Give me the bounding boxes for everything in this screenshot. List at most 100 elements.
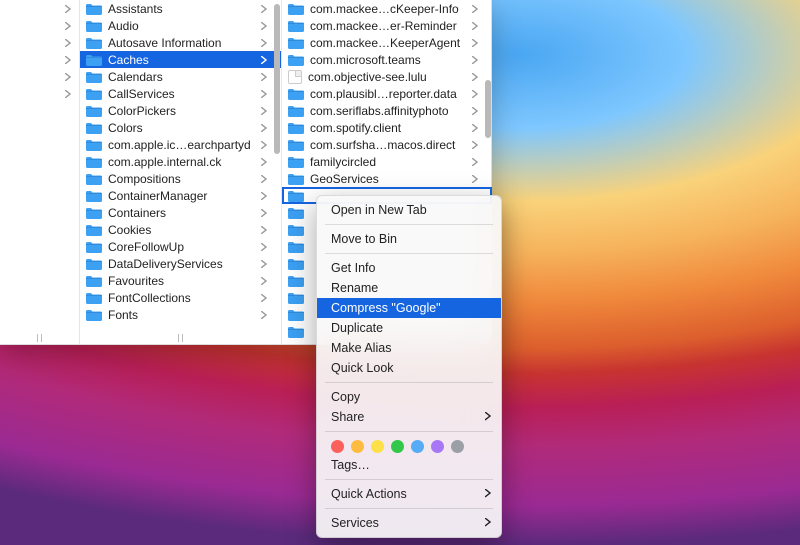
- menu-item[interactable]: Quick Look: [317, 358, 501, 378]
- folder-icon: [288, 275, 304, 287]
- folder-icon: [86, 54, 102, 66]
- menu-item-label: Copy: [331, 390, 360, 404]
- list-item[interactable]: GeoServices: [282, 170, 492, 187]
- scrollbar-thumb[interactable]: [485, 80, 491, 138]
- list-item[interactable]: Containers: [80, 204, 281, 221]
- chevron-right-icon: [259, 85, 269, 102]
- menu-item-label: Open in New Tab: [331, 203, 427, 217]
- list-item[interactable]: com.objective-see.lulu: [282, 68, 492, 85]
- list-item[interactable]: ContainerManager: [80, 187, 281, 204]
- finder-column-1: AssistantsAudio Autosave InformationCache…: [80, 0, 282, 344]
- tag-circle[interactable]: [331, 440, 344, 453]
- folder-icon: [86, 122, 102, 134]
- menu-item[interactable]: Compress "Google": [317, 298, 501, 318]
- menu-item[interactable]: Open in New Tab: [317, 200, 501, 220]
- menu-item[interactable]: Share: [317, 407, 501, 427]
- menu-item[interactable]: Duplicate: [317, 318, 501, 338]
- column-resize-handle[interactable]: [0, 334, 79, 342]
- tag-circle[interactable]: [391, 440, 404, 453]
- list-item-label: com.objective-see.lulu: [308, 70, 470, 84]
- tag-circle[interactable]: [351, 440, 364, 453]
- list-item[interactable]: Calendars: [80, 68, 281, 85]
- chevron-right-icon: [259, 136, 269, 153]
- chevron-right-icon: [259, 306, 269, 323]
- list-item[interactable]: Compositions: [80, 170, 281, 187]
- chevron-right-icon: [259, 153, 269, 170]
- chevron-right-icon: [259, 34, 269, 51]
- list-item[interactable]: com.mackee…KeeperAgent: [282, 34, 492, 51]
- menu-item[interactable]: Copy: [317, 387, 501, 407]
- list-item-label: DataDeliveryServices: [108, 257, 259, 271]
- menu-separator: [325, 508, 493, 509]
- list-item[interactable]: [0, 17, 79, 34]
- list-item[interactable]: [0, 0, 79, 17]
- list-item[interactable]: Assistants: [80, 0, 281, 17]
- list-item[interactable]: com.plausibl…reporter.data: [282, 85, 492, 102]
- menu-item[interactable]: Move to Bin: [317, 229, 501, 249]
- list-item[interactable]: Favourites: [80, 272, 281, 289]
- chevron-right-icon: [485, 487, 491, 501]
- menu-item[interactable]: Tags…: [317, 455, 501, 475]
- list-item[interactable]: FontCollections: [80, 289, 281, 306]
- chevron-right-icon: [63, 85, 73, 102]
- chevron-right-icon: [259, 51, 269, 68]
- list-item[interactable]: Autosave Information: [80, 34, 281, 51]
- folder-icon: [86, 105, 102, 117]
- chevron-right-icon: [63, 17, 73, 34]
- scrollbar-thumb[interactable]: [274, 4, 280, 154]
- folder-icon: [86, 3, 102, 15]
- list-item[interactable]: [0, 34, 79, 51]
- list-item[interactable]: ColorPickers: [80, 102, 281, 119]
- chevron-right-icon: [259, 289, 269, 306]
- list-item[interactable]: DataDeliveryServices: [80, 255, 281, 272]
- list-item[interactable]: [0, 51, 79, 68]
- chevron-right-icon: [485, 516, 491, 530]
- list-item[interactable]: com.surfsha…macos.direct: [282, 136, 492, 153]
- chevron-right-icon: [259, 0, 269, 17]
- list-item[interactable]: CallServices: [80, 85, 281, 102]
- column-resize-handle[interactable]: [80, 334, 281, 342]
- list-item[interactable]: Colors: [80, 119, 281, 136]
- menu-separator: [325, 382, 493, 383]
- list-item[interactable]: Audio: [80, 17, 281, 34]
- chevron-right-icon: [259, 204, 269, 221]
- list-item[interactable]: [0, 68, 79, 85]
- chevron-right-icon: [259, 17, 269, 34]
- chevron-right-icon: [63, 51, 73, 68]
- menu-item[interactable]: Services: [317, 513, 501, 533]
- tag-circle[interactable]: [371, 440, 384, 453]
- menu-item-label: Make Alias: [331, 341, 391, 355]
- list-item[interactable]: [0, 85, 79, 102]
- folder-icon: [86, 139, 102, 151]
- list-item[interactable]: com.mackee…cKeeper-Info: [282, 0, 492, 17]
- list-item[interactable]: com.mackee…er-Reminder: [282, 17, 492, 34]
- list-item[interactable]: familycircled: [282, 153, 492, 170]
- list-item[interactable]: com.apple.internal.ck: [80, 153, 281, 170]
- list-item[interactable]: Caches: [80, 51, 281, 68]
- menu-item-label: Tags…: [331, 458, 370, 472]
- menu-item[interactable]: Quick Actions: [317, 484, 501, 504]
- menu-item[interactable]: Make Alias: [317, 338, 501, 358]
- menu-item[interactable]: Get Info: [317, 258, 501, 278]
- chevron-right-icon: [259, 102, 269, 119]
- list-item[interactable]: CoreFollowUp: [80, 238, 281, 255]
- list-item[interactable]: com.microsoft.teams: [282, 51, 492, 68]
- tag-circle[interactable]: [411, 440, 424, 453]
- chevron-right-icon: [63, 34, 73, 51]
- list-item[interactable]: Cookies: [80, 221, 281, 238]
- tag-circle[interactable]: [451, 440, 464, 453]
- list-item[interactable]: Fonts: [80, 306, 281, 323]
- tag-circle[interactable]: [431, 440, 444, 453]
- list-item[interactable]: com.seriflabs.affinityphoto: [282, 102, 492, 119]
- document-icon: [288, 70, 302, 84]
- list-item[interactable]: com.spotify.client: [282, 119, 492, 136]
- folder-icon: [86, 173, 102, 185]
- folder-icon: [288, 258, 304, 270]
- folder-icon: [288, 139, 304, 151]
- list-item-label: com.apple.ic…earchpartyd: [108, 138, 259, 152]
- menu-item[interactable]: Rename: [317, 278, 501, 298]
- list-item-label: com.mackee…KeeperAgent: [310, 36, 470, 50]
- folder-icon: [86, 20, 102, 32]
- list-item[interactable]: com.apple.ic…earchpartyd: [80, 136, 281, 153]
- list-item-label: Autosave Information: [108, 36, 259, 50]
